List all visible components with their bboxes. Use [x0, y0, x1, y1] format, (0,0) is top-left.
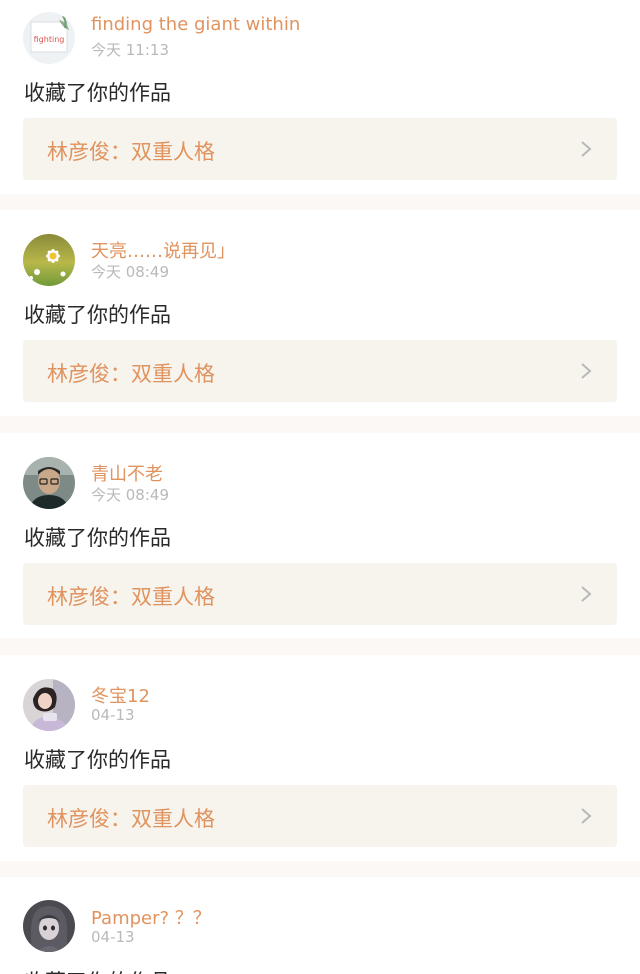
- action-text: 收藏了你的作品: [24, 748, 171, 772]
- daisy-flower-avatar-icon[interactable]: [23, 234, 75, 286]
- notification-item: 青山不老 今天 08:49 收藏了你的作品 林彦俊：双重人格: [0, 433, 640, 638]
- avatar-sticker-text: fighting: [34, 35, 65, 44]
- chevron-right-icon: [579, 140, 593, 158]
- notification-item: 天亮……说再见」 今天 08:49 收藏了你的作品 林彦俊：双重人格: [0, 210, 640, 416]
- chevron-right-icon: [579, 807, 593, 825]
- work-title: 林彦俊：双重人格: [47, 585, 215, 609]
- action-text: 收藏了你的作品: [24, 81, 171, 105]
- timestamp: 今天 08:49: [91, 263, 169, 281]
- man-with-glasses-avatar-icon[interactable]: [23, 457, 75, 509]
- chevron-right-icon: [579, 362, 593, 380]
- work-link-card[interactable]: 林彦俊：双重人格: [23, 118, 617, 180]
- notification-item: fighting finding the giant within 今天 11:…: [0, 0, 640, 194]
- action-text: 收藏了你的作品: [24, 966, 171, 974]
- chevron-right-icon: [579, 585, 593, 603]
- work-link-card[interactable]: 林彦俊：双重人格: [23, 785, 617, 847]
- timestamp: 04-13: [91, 928, 135, 946]
- work-title: 林彦俊：双重人格: [47, 362, 215, 386]
- notification-feed: fighting finding the giant within 今天 11:…: [0, 0, 640, 974]
- fighting-sticker-avatar-icon[interactable]: fighting: [23, 12, 75, 64]
- username[interactable]: finding the giant within: [91, 14, 300, 35]
- notification-item: 冬宝12 04-13 收藏了你的作品 林彦俊：双重人格: [0, 655, 640, 861]
- notification-item: Pamper? ？？ 04-13 收藏了你的作品: [0, 877, 640, 974]
- work-link-card[interactable]: 林彦俊：双重人格: [23, 340, 617, 402]
- timestamp: 04-13: [91, 706, 135, 724]
- work-title: 林彦俊：双重人格: [47, 807, 215, 831]
- anime-girl-avatar-icon[interactable]: [23, 900, 75, 952]
- work-link-card[interactable]: 林彦俊：双重人格: [23, 563, 617, 625]
- username[interactable]: 冬宝12: [91, 682, 150, 708]
- woman-photo-avatar-icon[interactable]: [23, 679, 75, 731]
- work-title: 林彦俊：双重人格: [47, 140, 215, 164]
- username[interactable]: 青山不老: [91, 460, 163, 486]
- action-text: 收藏了你的作品: [24, 303, 171, 327]
- timestamp: 今天 08:49: [91, 486, 169, 504]
- timestamp: 今天 11:13: [91, 41, 169, 59]
- username[interactable]: 天亮……说再见」: [91, 237, 235, 263]
- username[interactable]: Pamper? ？？: [91, 904, 211, 930]
- action-text: 收藏了你的作品: [24, 526, 171, 550]
